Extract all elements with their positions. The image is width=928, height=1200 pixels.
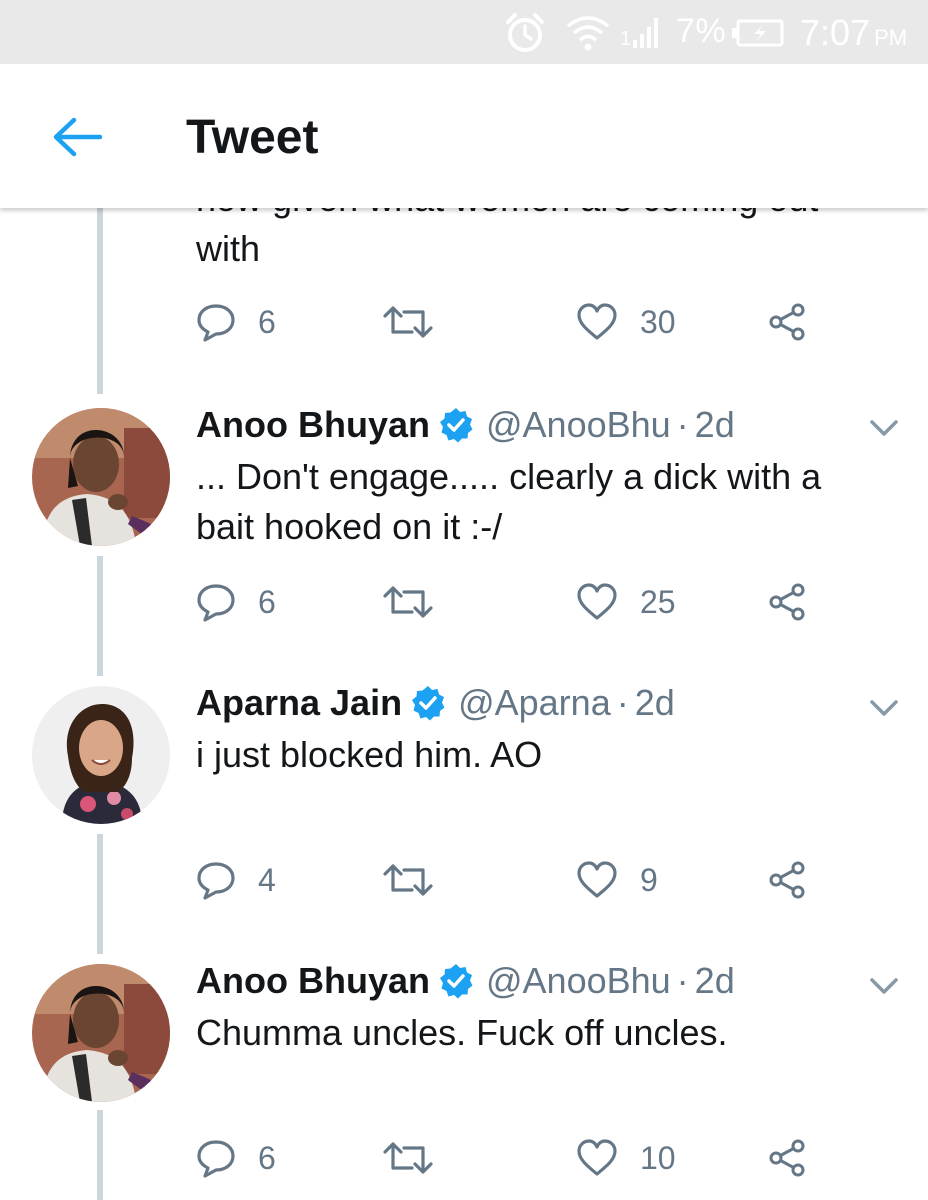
tweet-text: i just blocked him. AO [196,734,543,775]
thread-line [97,208,103,394]
share-button[interactable] [766,1134,808,1182]
like-button[interactable]: 30 [576,298,676,346]
retweet-button[interactable] [382,856,434,904]
cell-signal-icon [633,18,658,48]
retweet-icon [383,306,433,338]
tweet-timestamp[interactable]: 2d [695,404,735,446]
share-icon [769,1139,805,1177]
separator-dot: · [676,960,689,1001]
tweet-text: ... Don't engage..... clearly a dick wit… [196,456,822,547]
heart-icon [577,861,617,898]
reply-count: 6 [258,1139,276,1176]
like-count: 10 [640,1139,676,1176]
share-icon [769,861,805,899]
clock: 7:07 PM [800,12,907,54]
retweet-button[interactable] [382,1134,434,1182]
retweet-icon [383,586,433,618]
avatar[interactable] [32,408,170,546]
tweet-actions: 6 10 [196,1134,816,1182]
heart-icon [577,1139,617,1176]
tweet-header: Aparna Jain @Aparna · 2d [196,678,675,728]
author-name[interactable]: Aparna Jain [196,682,402,724]
share-button[interactable] [766,298,808,346]
reply-count: 6 [258,583,276,620]
retweet-button[interactable] [382,578,434,626]
like-button[interactable]: 9 [576,856,658,904]
share-button[interactable] [766,856,808,904]
tweet-text-cut: now given what women are coming out [196,208,818,220]
tweet-actions: 6 25 [196,578,816,626]
verified-badge-icon [439,408,473,443]
tweet-header: Anoo Bhuyan @AnooBhu · 2d [196,956,735,1006]
reply-icon [197,584,235,622]
thread-line [97,1110,103,1200]
status-bar: 1 7% 7:07 PM [0,0,928,64]
chevron-down-icon[interactable] [866,696,902,720]
like-count: 9 [640,861,658,898]
reply-button[interactable]: 6 [196,298,276,346]
reply-count: 4 [258,861,276,898]
heart-icon [577,303,617,340]
like-button[interactable]: 10 [576,1134,676,1182]
like-button[interactable]: 25 [576,578,676,626]
author-name[interactable]: Anoo Bhuyan [196,960,430,1002]
chevron-down-icon[interactable] [866,974,902,998]
author-handle[interactable]: @AnooBhu [486,404,671,446]
reply-icon [197,304,235,342]
app-bar: Tweet [0,64,928,208]
reply-icon [197,1140,235,1178]
author-handle[interactable]: @AnooBhu [486,960,671,1002]
like-count: 25 [640,583,676,620]
alarm-icon [506,13,544,52]
avatar[interactable] [32,686,170,824]
page-title: Tweet [186,111,319,164]
reply-count: 6 [258,303,276,340]
author-name[interactable]: Anoo Bhuyan [196,404,430,446]
retweet-icon [383,864,433,896]
share-button[interactable] [766,578,808,626]
reply-icon [197,862,235,900]
retweet-icon [383,1142,433,1174]
retweet-button[interactable] [382,298,434,346]
battery-charging-icon [732,19,784,47]
share-icon [769,303,805,341]
signal-label: 1 [620,28,632,50]
thread-line [97,556,103,676]
like-count: 30 [640,303,676,340]
thread-line [97,834,103,954]
verified-badge-icon [412,686,445,721]
clock-time: 7:07 [800,12,871,53]
conversation-feed[interactable]: now given what women are coming out with… [0,208,928,1200]
reply-button[interactable]: 4 [196,856,276,904]
separator-dot: · [676,404,689,445]
tweet-timestamp[interactable]: 2d [695,960,735,1002]
avatar[interactable] [32,964,170,1102]
wifi-icon [566,16,610,51]
tweet-text: with [196,228,261,269]
tweet-actions: 6 30 [196,298,816,346]
reply-button[interactable]: 6 [196,578,276,626]
tweet-text: Chumma uncles. Fuck off uncles. [196,1012,728,1053]
heart-icon [577,583,617,620]
tweet-header: Anoo Bhuyan @AnooBhu · 2d [196,400,735,450]
share-icon [769,583,805,621]
tweet-timestamp[interactable]: 2d [635,682,675,724]
battery-percent: 7% [676,12,727,50]
clock-ampm: PM [874,25,908,50]
chevron-down-icon[interactable] [866,416,902,440]
tweet-actions: 4 9 [196,856,816,904]
back-arrow-icon[interactable] [48,112,108,162]
verified-badge-icon [439,964,473,999]
separator-dot: · [616,682,629,723]
reply-button[interactable]: 6 [196,1134,276,1182]
author-handle[interactable]: @Aparna [458,682,611,724]
